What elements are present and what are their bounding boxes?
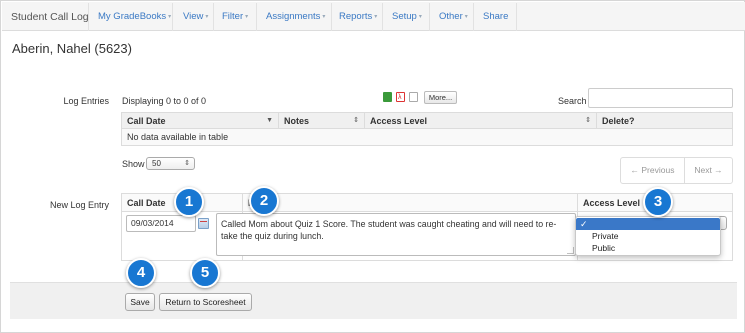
- nav-divider: [331, 3, 332, 31]
- nav-divider: [429, 3, 430, 31]
- calendar-icon[interactable]: [198, 218, 209, 229]
- access-option-blank[interactable]: ✓: [576, 218, 720, 230]
- nav-label: Other: [439, 11, 463, 22]
- nav-divider: [172, 3, 173, 31]
- new-entry-col-access-level: Access Level: [583, 198, 641, 208]
- select-arrows-icon: ⇕: [184, 160, 190, 167]
- nav-assignments[interactable]: Assignments ▾: [266, 11, 325, 22]
- caret-down-icon: ▾: [245, 14, 249, 20]
- resize-handle-icon[interactable]: [567, 247, 574, 254]
- show-label: Show: [122, 159, 145, 169]
- log-entries-label: Log Entries: [63, 96, 109, 106]
- return-to-scoresheet-button[interactable]: Return to Scoresheet: [159, 293, 252, 311]
- document-icon[interactable]: [409, 92, 418, 102]
- nav-label: Setup: [392, 11, 417, 22]
- nav-view[interactable]: View ▾: [183, 11, 208, 22]
- col-delete: Delete?: [597, 113, 732, 129]
- access-option-private[interactable]: Private: [576, 230, 720, 242]
- nav-setup[interactable]: Setup ▾: [392, 11, 422, 22]
- access-option-public[interactable]: Public: [576, 242, 720, 254]
- next-button[interactable]: Next →: [685, 158, 732, 183]
- page-size-value: 50: [152, 159, 161, 168]
- pagination: ← Previous Next →: [620, 157, 733, 184]
- callout-badge-3: 3: [643, 187, 673, 217]
- call-date-input[interactable]: 09/03/2014: [126, 215, 196, 232]
- nav-other[interactable]: Other ▾: [439, 11, 468, 22]
- nav-my-gradebooks[interactable]: My GradeBooks ▾: [98, 11, 171, 22]
- pdf-icon[interactable]: λ: [396, 92, 405, 102]
- new-entry-col-call-date: Call Date: [127, 198, 166, 208]
- col-access-level[interactable]: Access Level ⇕: [365, 113, 597, 129]
- search-label: Search: [558, 96, 587, 106]
- nav-reports[interactable]: Reports ▾: [339, 11, 377, 22]
- caret-down-icon: ▾: [168, 14, 172, 20]
- nav-label: Filter: [222, 11, 244, 22]
- app-window: Student Call Log My GradeBooks ▾ View ▾ Fi…: [0, 0, 745, 333]
- new-entry-header: Call Date Notes Access Level: [122, 194, 732, 212]
- sort-icon: ⇕: [585, 117, 591, 124]
- nav-label: Assignments: [266, 11, 321, 22]
- checkmark-icon: ✓: [580, 219, 588, 229]
- caret-down-icon: ▾: [322, 14, 326, 20]
- col-notes[interactable]: Notes ⇕: [279, 113, 365, 129]
- nav-divider: [256, 3, 257, 31]
- col-call-date[interactable]: Call Date ▼: [122, 113, 279, 129]
- caret-down-icon: ▾: [418, 14, 422, 20]
- previous-button[interactable]: ← Previous: [621, 158, 685, 183]
- sort-icon: ⇕: [353, 117, 359, 124]
- nav-filter[interactable]: Filter ▾: [222, 11, 248, 22]
- action-bar: [10, 282, 737, 319]
- caret-down-icon: ▾: [205, 14, 209, 20]
- column-label: Notes: [284, 116, 310, 126]
- table-header: Call Date ▼ Notes ⇕ Access Level ⇕ Delete?: [122, 113, 732, 129]
- caret-down-icon: ▾: [464, 14, 468, 20]
- caret-down-icon: ▾: [374, 14, 378, 20]
- nav-divider: [88, 3, 89, 31]
- log-entries-table: Call Date ▼ Notes ⇕ Access Level ⇕ Delete? …: [121, 112, 733, 146]
- displaying-info: Displaying 0 to 0 of 0: [122, 96, 207, 106]
- top-nav: Student Call Log My GradeBooks ▾ View ▾ Fi…: [2, 2, 745, 31]
- save-button[interactable]: Save: [125, 293, 155, 311]
- callout-badge-5: 5: [190, 258, 220, 288]
- nav-label: My GradeBooks: [98, 11, 167, 22]
- nav-divider: [382, 3, 383, 31]
- column-label: Access Level: [370, 116, 428, 126]
- excel-icon[interactable]: [383, 92, 392, 102]
- page-title: Aberin, Nahel (5623): [12, 41, 132, 56]
- empty-row: No data available in table: [122, 129, 732, 145]
- access-level-dropdown: ✓ Private Public: [575, 216, 721, 256]
- nav-brand[interactable]: Student Call Log: [11, 11, 89, 23]
- new-log-entry-label: New Log Entry: [49, 200, 109, 210]
- more-button[interactable]: More...: [424, 91, 457, 104]
- sort-desc-icon: ▼: [266, 117, 273, 124]
- nav-share[interactable]: Share: [483, 11, 508, 22]
- nav-label: View: [183, 11, 204, 22]
- callout-badge-2: 2: [249, 186, 279, 216]
- column-label: Delete?: [602, 116, 635, 126]
- nav-divider: [213, 3, 214, 31]
- search-input[interactable]: [588, 88, 733, 108]
- nav-divider: [516, 3, 517, 31]
- nav-label: Reports: [339, 11, 373, 22]
- callout-badge-1: 1: [174, 187, 204, 217]
- callout-badge-4: 4: [126, 258, 156, 288]
- nav-divider: [473, 3, 474, 31]
- notes-textarea[interactable]: Called Mom about Quiz 1 Score. The stude…: [216, 213, 576, 256]
- page-size-select[interactable]: 50 ⇕: [146, 157, 195, 170]
- column-label: Call Date: [127, 116, 166, 126]
